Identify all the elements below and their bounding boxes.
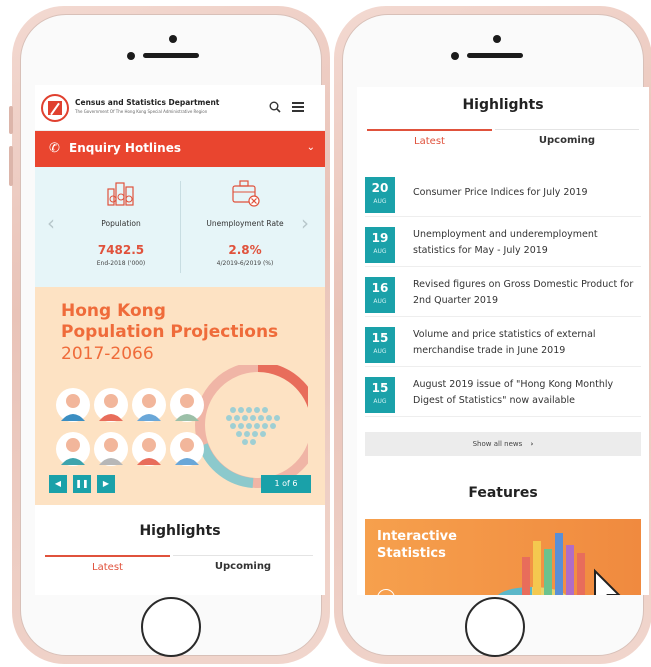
news-title[interactable]: August 2019 issue of "Hong Kong Monthly … bbox=[413, 377, 639, 409]
stat-period: End-2018 ('000) bbox=[96, 260, 146, 267]
highlights-title: Highlights bbox=[139, 523, 221, 539]
tab-latest[interactable]: Latest bbox=[45, 555, 170, 577]
news-item[interactable]: 19 AUG Unemployment and underemployment … bbox=[365, 223, 641, 267]
highlights-tabs: Latest Upcoming bbox=[45, 555, 315, 577]
feature-title-line1: Interactive bbox=[377, 529, 457, 544]
right-phone: Highlights Latest Upcoming 20 AUG Consum… bbox=[334, 6, 651, 664]
enquiry-hotlines-label: Enquiry Hotlines bbox=[69, 141, 181, 155]
news-month: AUG bbox=[373, 198, 387, 205]
news-day: 20 bbox=[371, 181, 389, 195]
phone-icon: ✆ bbox=[49, 141, 60, 156]
right-screen: Highlights Latest Upcoming 20 AUG Consum… bbox=[357, 87, 649, 595]
menu-icon[interactable] bbox=[292, 102, 304, 112]
left-home-button[interactable] bbox=[141, 597, 201, 657]
news-item[interactable]: 16 AUG Revised figures on Gross Domestic… bbox=[365, 273, 641, 317]
population-illustration bbox=[56, 365, 308, 488]
banner-next-button[interactable]: ▶ bbox=[97, 475, 115, 493]
stat-label: Population bbox=[101, 219, 141, 228]
news-day: 15 bbox=[371, 381, 389, 395]
news-title[interactable]: Revised figures on Gross Domestic Produc… bbox=[413, 277, 639, 309]
show-all-news-button[interactable]: Show all news › bbox=[365, 432, 641, 456]
menu-bar bbox=[292, 102, 304, 104]
stat-period: 4/2019-6/2019 (%) bbox=[216, 260, 274, 267]
right-speaker bbox=[467, 53, 523, 58]
site-header: Census and Statistics Department The Gov… bbox=[35, 85, 325, 131]
left-camera-dot bbox=[169, 35, 177, 43]
right-front-camera bbox=[451, 52, 459, 60]
left-volume-button bbox=[9, 146, 13, 186]
tab-latest[interactable]: Latest bbox=[367, 129, 492, 151]
news-day: 19 bbox=[371, 231, 389, 245]
arrow-right-circle-icon[interactable]: › bbox=[377, 589, 395, 595]
news-month: AUG bbox=[373, 348, 387, 355]
banner-title-line2: Population Projections bbox=[61, 322, 279, 342]
left-front-camera bbox=[127, 52, 135, 60]
population-icon bbox=[107, 182, 134, 206]
key-stats-carousel: ‹ › Population 7482.5 End-2018 ('000) Un… bbox=[35, 167, 325, 287]
news-date-badge: 19 AUG bbox=[365, 227, 395, 263]
bar-chart-illustration bbox=[498, 533, 621, 595]
banner-slide-counter: 1 of 6 bbox=[261, 475, 311, 493]
stat-value: 7482.5 bbox=[97, 243, 145, 257]
stat-unemployment[interactable]: Unemployment Rate 2.8% 4/2019-6/2019 (%) bbox=[185, 167, 305, 267]
menu-bar bbox=[292, 110, 304, 112]
highlights-title: Highlights bbox=[462, 97, 544, 113]
left-phone: Census and Statistics Department The Gov… bbox=[9, 6, 330, 664]
news-item[interactable]: 15 AUG Volume and price statistics of ex… bbox=[365, 323, 641, 367]
features-title: Features bbox=[468, 485, 538, 501]
logo-mark bbox=[48, 101, 62, 116]
menu-bar bbox=[292, 106, 304, 108]
left-speaker bbox=[143, 53, 199, 58]
news-title[interactable]: Unemployment and underemployment statist… bbox=[413, 227, 639, 259]
chevron-down-icon: ⌄ bbox=[306, 142, 315, 153]
news-month: AUG bbox=[373, 398, 387, 405]
chevron-left-icon[interactable]: ‹ bbox=[47, 211, 55, 235]
enquiry-hotlines-bar[interactable]: ✆ Enquiry Hotlines ⌄ bbox=[35, 131, 325, 167]
news-day: 16 bbox=[371, 281, 389, 295]
interactive-statistics-banner[interactable]: Interactive Statistics › bbox=[365, 519, 641, 595]
left-screen: Census and Statistics Department The Gov… bbox=[35, 85, 325, 595]
news-title[interactable]: Volume and price statistics of external … bbox=[413, 327, 639, 359]
tab-upcoming[interactable]: Upcoming bbox=[495, 129, 639, 151]
stat-value: 2.8% bbox=[228, 243, 262, 257]
left-side-button bbox=[9, 106, 13, 134]
left-phone-face: Census and Statistics Department The Gov… bbox=[20, 14, 325, 657]
show-all-news-label: Show all news bbox=[472, 440, 523, 448]
highlights-tabs: Latest Upcoming bbox=[367, 129, 639, 151]
news-date-badge: 20 AUG bbox=[365, 177, 395, 213]
briefcase-icon bbox=[232, 180, 260, 207]
feature-title-line2: Statistics bbox=[377, 546, 446, 561]
stat-population[interactable]: Population 7482.5 End-2018 ('000) bbox=[61, 167, 181, 267]
right-phone-face: Highlights Latest Upcoming 20 AUG Consum… bbox=[342, 14, 649, 657]
department-title: Census and Statistics Department bbox=[75, 98, 220, 107]
logo-slash bbox=[50, 102, 60, 116]
chevron-right-icon: › bbox=[530, 440, 534, 448]
tab-upcoming[interactable]: Upcoming bbox=[173, 555, 313, 577]
news-item[interactable]: 15 AUG August 2019 issue of "Hong Kong M… bbox=[365, 373, 641, 417]
population-projections-banner[interactable]: Hong Kong Population Projections 2017-20… bbox=[35, 287, 325, 505]
banner-title-line3: 2017-2066 bbox=[61, 344, 154, 364]
department-subtitle: The Government Of The Hong Kong Special … bbox=[75, 109, 208, 114]
news-day: 15 bbox=[371, 331, 389, 345]
news-date-badge: 15 AUG bbox=[365, 377, 395, 413]
news-item[interactable]: 20 AUG Consumer Price Indices for July 2… bbox=[365, 173, 641, 217]
news-title[interactable]: Consumer Price Indices for July 2019 bbox=[413, 185, 639, 201]
news-date-badge: 15 AUG bbox=[365, 327, 395, 363]
news-month: AUG bbox=[373, 298, 387, 305]
banner-prev-button[interactable]: ◀ bbox=[49, 475, 67, 493]
right-home-button[interactable] bbox=[465, 597, 525, 657]
department-logo[interactable] bbox=[41, 94, 69, 122]
news-date-badge: 16 AUG bbox=[365, 277, 395, 313]
search-icon[interactable] bbox=[269, 101, 281, 113]
news-month: AUG bbox=[373, 248, 387, 255]
banner-title-line1: Hong Kong bbox=[61, 301, 166, 321]
stat-label: Unemployment Rate bbox=[206, 219, 284, 228]
banner-pause-button[interactable]: ❚❚ bbox=[73, 475, 91, 493]
right-camera-dot bbox=[493, 35, 501, 43]
